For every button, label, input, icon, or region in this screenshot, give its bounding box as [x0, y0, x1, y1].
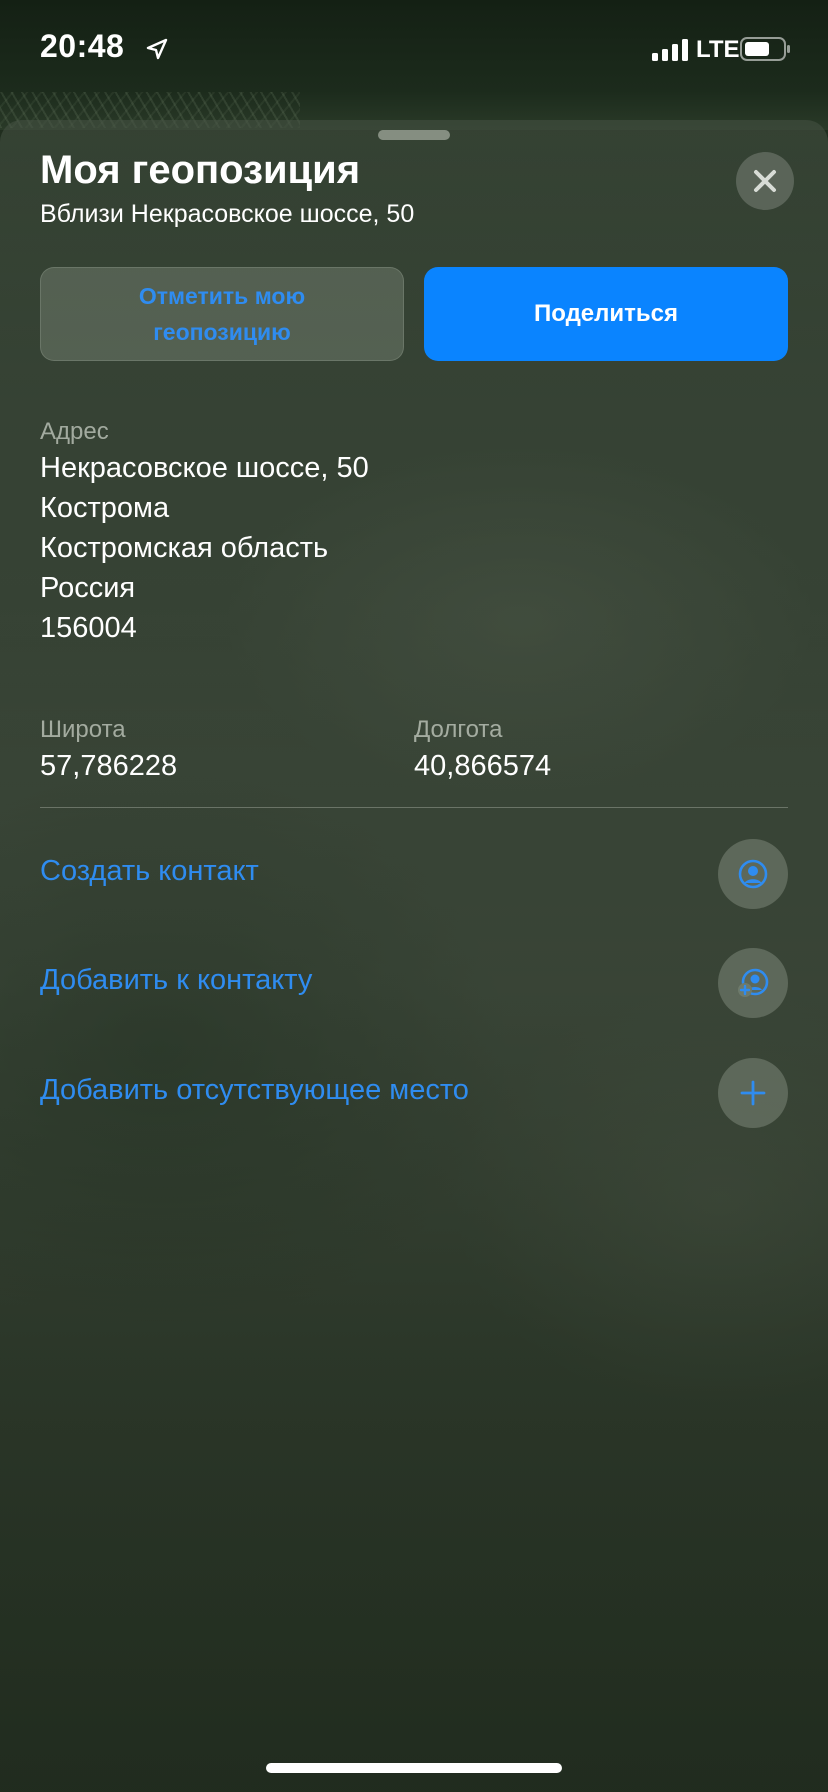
signal-icon — [652, 39, 688, 61]
create-contact-button[interactable] — [718, 839, 788, 909]
mark-location-button[interactable]: Отметить мою геопозицию — [40, 267, 404, 361]
add-missing-place-button[interactable] — [718, 1058, 788, 1128]
add-to-contact-row[interactable]: Добавить к контакту — [40, 948, 788, 1018]
address-street[interactable]: Некрасовское шоссе, 50 — [40, 452, 369, 485]
person-add-icon — [738, 968, 769, 997]
longitude-value[interactable]: 40,866574 — [414, 750, 551, 783]
status-bar: 20:48 LTE — [0, 0, 828, 96]
create-contact-label[interactable]: Создать контакт — [40, 855, 259, 888]
latitude-label: Широта — [40, 716, 126, 743]
sheet-title: Моя геопозиция — [40, 148, 361, 192]
latitude-value[interactable]: 57,786228 — [40, 750, 177, 783]
create-contact-row[interactable]: Создать контакт — [40, 839, 788, 909]
sheet-grabber[interactable] — [378, 130, 450, 140]
status-time: 20:48 — [40, 28, 125, 64]
add-missing-place-row[interactable]: Добавить отсутствующее место — [40, 1058, 788, 1128]
longitude-label: Долгота — [414, 716, 503, 743]
close-button[interactable] — [736, 152, 794, 210]
add-to-contact-label[interactable]: Добавить к контакту — [40, 964, 312, 997]
share-button[interactable]: Поделиться — [424, 267, 788, 361]
sheet-subtitle: Вблизи Некрасовское шоссе, 50 — [40, 200, 415, 228]
battery-icon — [740, 37, 790, 61]
address-label: Адрес — [40, 418, 109, 445]
location-arrow-icon — [146, 38, 168, 60]
address-postcode[interactable]: 156004 — [40, 612, 137, 645]
person-circle-icon — [738, 859, 768, 889]
network-type-label: LTE — [696, 36, 740, 63]
address-country[interactable]: Россия — [40, 572, 135, 605]
add-missing-place-label[interactable]: Добавить отсутствующее место — [40, 1074, 469, 1107]
address-city[interactable]: Кострома — [40, 492, 169, 525]
address-region[interactable]: Костромская область — [40, 532, 328, 565]
close-icon — [754, 170, 776, 192]
section-divider — [40, 807, 788, 808]
plus-icon — [740, 1080, 766, 1106]
add-to-contact-button[interactable] — [718, 948, 788, 1018]
home-indicator[interactable] — [266, 1763, 562, 1773]
